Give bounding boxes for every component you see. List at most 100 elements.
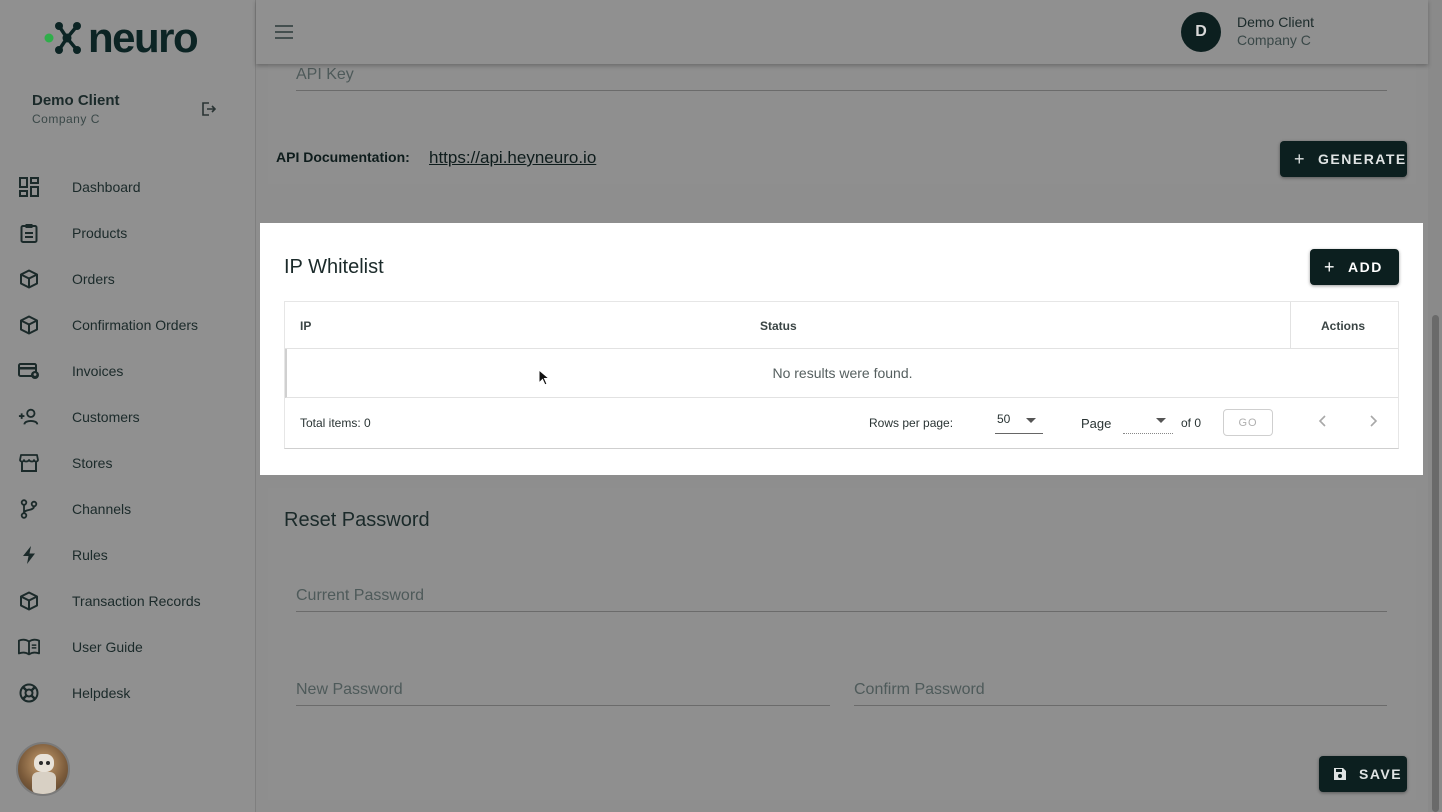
store-icon — [18, 452, 40, 474]
add-user-icon — [18, 406, 40, 428]
sidebar-item-rules[interactable]: Rules — [0, 532, 256, 578]
brand-logo[interactable]: neuro — [44, 14, 199, 61]
chevron-down-icon — [1026, 418, 1036, 423]
plus-icon: + — [1324, 256, 1337, 277]
add-ip-button[interactable]: + ADD — [1310, 249, 1399, 285]
page-number-select[interactable] — [1123, 410, 1173, 434]
sidebar-item-user-guide[interactable]: User Guide — [0, 624, 256, 670]
sidebar-item-helpdesk[interactable]: Helpdesk — [0, 670, 256, 716]
assistant-bot-avatar[interactable] — [16, 742, 70, 796]
column-header-status[interactable]: Status — [760, 319, 797, 333]
sidebar-item-label: Products — [72, 225, 128, 241]
brand-name: neuro — [88, 14, 199, 61]
book-icon — [18, 636, 40, 658]
topbar-user[interactable]: Demo Client Company C — [1237, 14, 1314, 48]
topbar-user-name: Demo Client — [1237, 14, 1315, 30]
reset-password-card — [268, 488, 1416, 800]
table-pagination: Total items: 0 Rows per page: 50 Page of… — [285, 398, 1398, 448]
sidebar-item-transaction-records[interactable]: Transaction Records — [0, 578, 256, 624]
box-icon — [18, 314, 40, 336]
box-icon — [18, 590, 40, 612]
rows-per-page-select[interactable]: 50 — [995, 410, 1043, 434]
sidebar-item-channels[interactable]: Channels — [0, 486, 256, 532]
chevron-right-icon[interactable] — [1365, 413, 1381, 429]
neuro-logo-icon — [44, 22, 81, 54]
sidebar-item-label: Confirmation Orders — [72, 317, 199, 333]
go-button[interactable]: GO — [1223, 409, 1273, 436]
bot-eye — [46, 761, 50, 765]
ip-whitelist-title: IP Whitelist — [284, 256, 384, 278]
new-password-label: New Password — [296, 681, 403, 698]
confirm-password-label: Confirm Password — [854, 681, 985, 698]
table-empty-row: No results were found. — [285, 349, 1398, 398]
topbar: D Demo Client Company C — [256, 0, 1428, 64]
sidebar-item-dashboard[interactable]: Dashboard — [0, 164, 256, 210]
page-of-total-text: of 0 — [1181, 416, 1202, 430]
topbar-user-company: Company C — [1237, 32, 1311, 48]
branch-icon — [18, 498, 40, 520]
column-header-actions: Actions — [1321, 319, 1366, 333]
rows-per-page-value: 50 — [997, 412, 1011, 426]
plus-icon: + — [1294, 148, 1307, 169]
new-password-field[interactable]: New Password — [296, 674, 830, 706]
user-avatar[interactable]: D — [1181, 12, 1221, 52]
chevron-left-icon[interactable] — [1315, 413, 1331, 429]
sidebar-item-label: Invoices — [72, 363, 124, 379]
add-button-label: ADD — [1348, 259, 1383, 275]
rows-per-page-label: Rows per page: — [869, 416, 954, 430]
chevron-down-icon — [1156, 418, 1166, 423]
sidebar-item-label: Helpdesk — [72, 685, 131, 701]
save-button-label: SAVE — [1359, 766, 1403, 782]
sidebar-user-name: Demo Client — [32, 92, 120, 109]
table-header-row: IP Status Actions — [285, 302, 1398, 349]
sidebar-item-products[interactable]: Products — [0, 210, 256, 256]
save-icon — [1334, 768, 1346, 780]
sidebar-item-orders[interactable]: Orders — [0, 256, 256, 302]
sidebar-nav: Dashboard Products Orders Confirmation O… — [0, 164, 256, 716]
dashboard-icon — [18, 176, 40, 198]
current-password-field[interactable]: Current Password — [296, 580, 1387, 612]
sidebar-item-label: Transaction Records — [72, 593, 201, 609]
sidebar-item-label: Customers — [72, 409, 140, 425]
mouse-cursor-icon — [538, 369, 550, 386]
sidebar: neuro Demo Client Company C Dashboard Pr… — [0, 0, 256, 812]
api-documentation-label: API Documentation: — [276, 149, 410, 165]
total-items-text: Total items: 0 — [300, 416, 371, 430]
sidebar-item-label: Channels — [72, 501, 132, 517]
bot-eye — [39, 761, 43, 765]
sidebar-item-label: Rules — [72, 547, 108, 563]
column-divider — [1290, 302, 1291, 349]
confirm-password-field[interactable]: Confirm Password — [854, 674, 1387, 706]
bot-face — [34, 754, 54, 772]
save-button[interactable]: SAVE — [1319, 756, 1407, 792]
reset-password-title: Reset Password — [284, 509, 430, 531]
sidebar-user-company: Company C — [32, 112, 100, 126]
sidebar-item-confirmation-orders[interactable]: Confirmation Orders — [0, 302, 256, 348]
api-documentation-link[interactable]: https://api.heyneuro.io — [429, 148, 596, 168]
empty-state-text: No results were found. — [772, 365, 913, 381]
card-pin-icon — [18, 360, 40, 382]
sidebar-item-label: Dashboard — [72, 179, 141, 195]
hamburger-menu-icon[interactable] — [274, 22, 294, 42]
current-password-label: Current Password — [296, 587, 425, 604]
generate-button[interactable]: + GENERATE — [1280, 141, 1407, 177]
generate-button-label: GENERATE — [1318, 151, 1407, 167]
sidebar-user: Demo Client Company C — [32, 92, 222, 126]
clipboard-icon — [18, 222, 40, 244]
sidebar-item-stores[interactable]: Stores — [0, 440, 256, 486]
sidebar-item-label: Orders — [72, 271, 115, 287]
bot-body — [32, 772, 56, 794]
logout-icon[interactable] — [200, 101, 216, 117]
sidebar-item-label: Stores — [72, 455, 113, 471]
sidebar-item-customers[interactable]: Customers — [0, 394, 256, 440]
box-icon — [18, 268, 40, 290]
lifebuoy-icon — [18, 682, 40, 704]
column-header-ip[interactable]: IP — [300, 319, 311, 333]
sidebar-item-invoices[interactable]: Invoices — [0, 348, 256, 394]
sidebar-item-label: User Guide — [72, 639, 143, 655]
bolt-icon — [18, 544, 40, 566]
page-label: Page — [1081, 416, 1112, 431]
page-scrollbar-thumb[interactable] — [1432, 315, 1439, 812]
ip-whitelist-table: IP Status Actions No results were found.… — [284, 301, 1399, 449]
api-key-label: API Key — [296, 66, 354, 83]
